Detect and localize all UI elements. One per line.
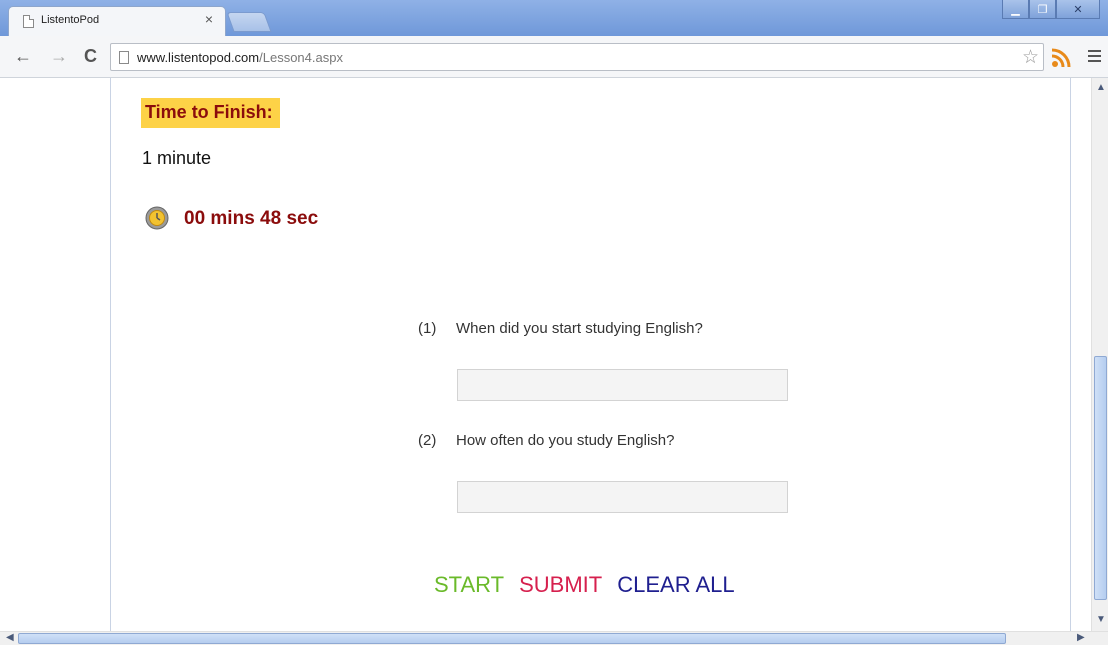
forward-arrow-icon[interactable]: → bbox=[50, 46, 68, 66]
rss-icon[interactable] bbox=[1050, 47, 1072, 69]
question-1: (1) When did you start studying English? bbox=[418, 320, 703, 337]
back-arrow-icon[interactable]: ← bbox=[14, 46, 32, 66]
star-icon[interactable]: ☆ bbox=[1022, 46, 1039, 69]
question-number: (2) bbox=[418, 432, 437, 449]
horizontal-scrollbar[interactable]: ◀ ▶ bbox=[0, 631, 1108, 645]
answer-2-input[interactable] bbox=[457, 481, 788, 513]
scroll-right-icon[interactable]: ▶ bbox=[1077, 632, 1085, 643]
tab-title: ListentoPod bbox=[41, 14, 100, 26]
vertical-scrollbar[interactable]: ▲ ▼ bbox=[1091, 78, 1108, 631]
submit-button[interactable]: SUBMIT bbox=[519, 572, 602, 597]
browser-toolbar: ← → C www.listentopod.com/Lesson4.aspx ☆ bbox=[0, 36, 1108, 78]
countdown-timer: 00 mins 48 sec bbox=[184, 208, 319, 229]
browser-tab[interactable]: ListentoPod × bbox=[8, 6, 226, 36]
time-to-finish-label: Time to Finish: bbox=[141, 98, 280, 128]
content-border-right bbox=[1070, 78, 1071, 631]
action-links: START SUBMIT CLEAR ALL bbox=[434, 572, 750, 598]
close-window-icon[interactable]: ✕ bbox=[1056, 0, 1100, 19]
minimize-icon[interactable]: ▁ bbox=[1002, 0, 1029, 19]
tab-close-icon[interactable]: × bbox=[205, 11, 213, 27]
new-tab-button[interactable] bbox=[226, 12, 272, 32]
scroll-up-icon[interactable]: ▲ bbox=[1096, 82, 1106, 93]
content-border-left bbox=[110, 78, 111, 631]
url-host: www.listentopod.com bbox=[137, 50, 260, 65]
reload-icon[interactable]: C bbox=[84, 46, 97, 66]
url-path: /Lesson4.aspx bbox=[259, 50, 343, 65]
question-2: (2) How often do you study English? bbox=[418, 432, 674, 449]
question-number: (1) bbox=[418, 320, 437, 337]
vertical-scroll-thumb[interactable] bbox=[1094, 356, 1107, 600]
menu-icon[interactable] bbox=[1088, 50, 1101, 65]
scroll-down-icon[interactable]: ▼ bbox=[1096, 614, 1106, 625]
window-titlebar: ListentoPod × ▁ ❐ ✕ bbox=[0, 0, 1108, 36]
horizontal-scroll-thumb[interactable] bbox=[18, 633, 1006, 644]
question-text: How often do you study English? bbox=[456, 432, 675, 449]
page-viewport: Time to Finish: 1 minute 00 mins 48 sec … bbox=[0, 78, 1091, 631]
start-button[interactable]: START bbox=[434, 572, 504, 597]
question-text: When did you start studying English? bbox=[456, 320, 703, 337]
window-controls: ▁ ❐ ✕ bbox=[1002, 0, 1100, 20]
page-icon bbox=[23, 15, 34, 28]
address-bar[interactable]: www.listentopod.com/Lesson4.aspx ☆ bbox=[110, 43, 1044, 71]
scroll-left-icon[interactable]: ◀ bbox=[6, 632, 14, 643]
duration-text: 1 minute bbox=[142, 148, 212, 168]
clear-all-button[interactable]: CLEAR ALL bbox=[617, 572, 734, 597]
timer-icon bbox=[145, 206, 169, 230]
restore-icon[interactable]: ❐ bbox=[1029, 0, 1056, 19]
page-icon bbox=[119, 51, 129, 64]
url-text[interactable]: www.listentopod.com/Lesson4.aspx bbox=[137, 50, 343, 65]
answer-1-input[interactable] bbox=[457, 369, 788, 401]
